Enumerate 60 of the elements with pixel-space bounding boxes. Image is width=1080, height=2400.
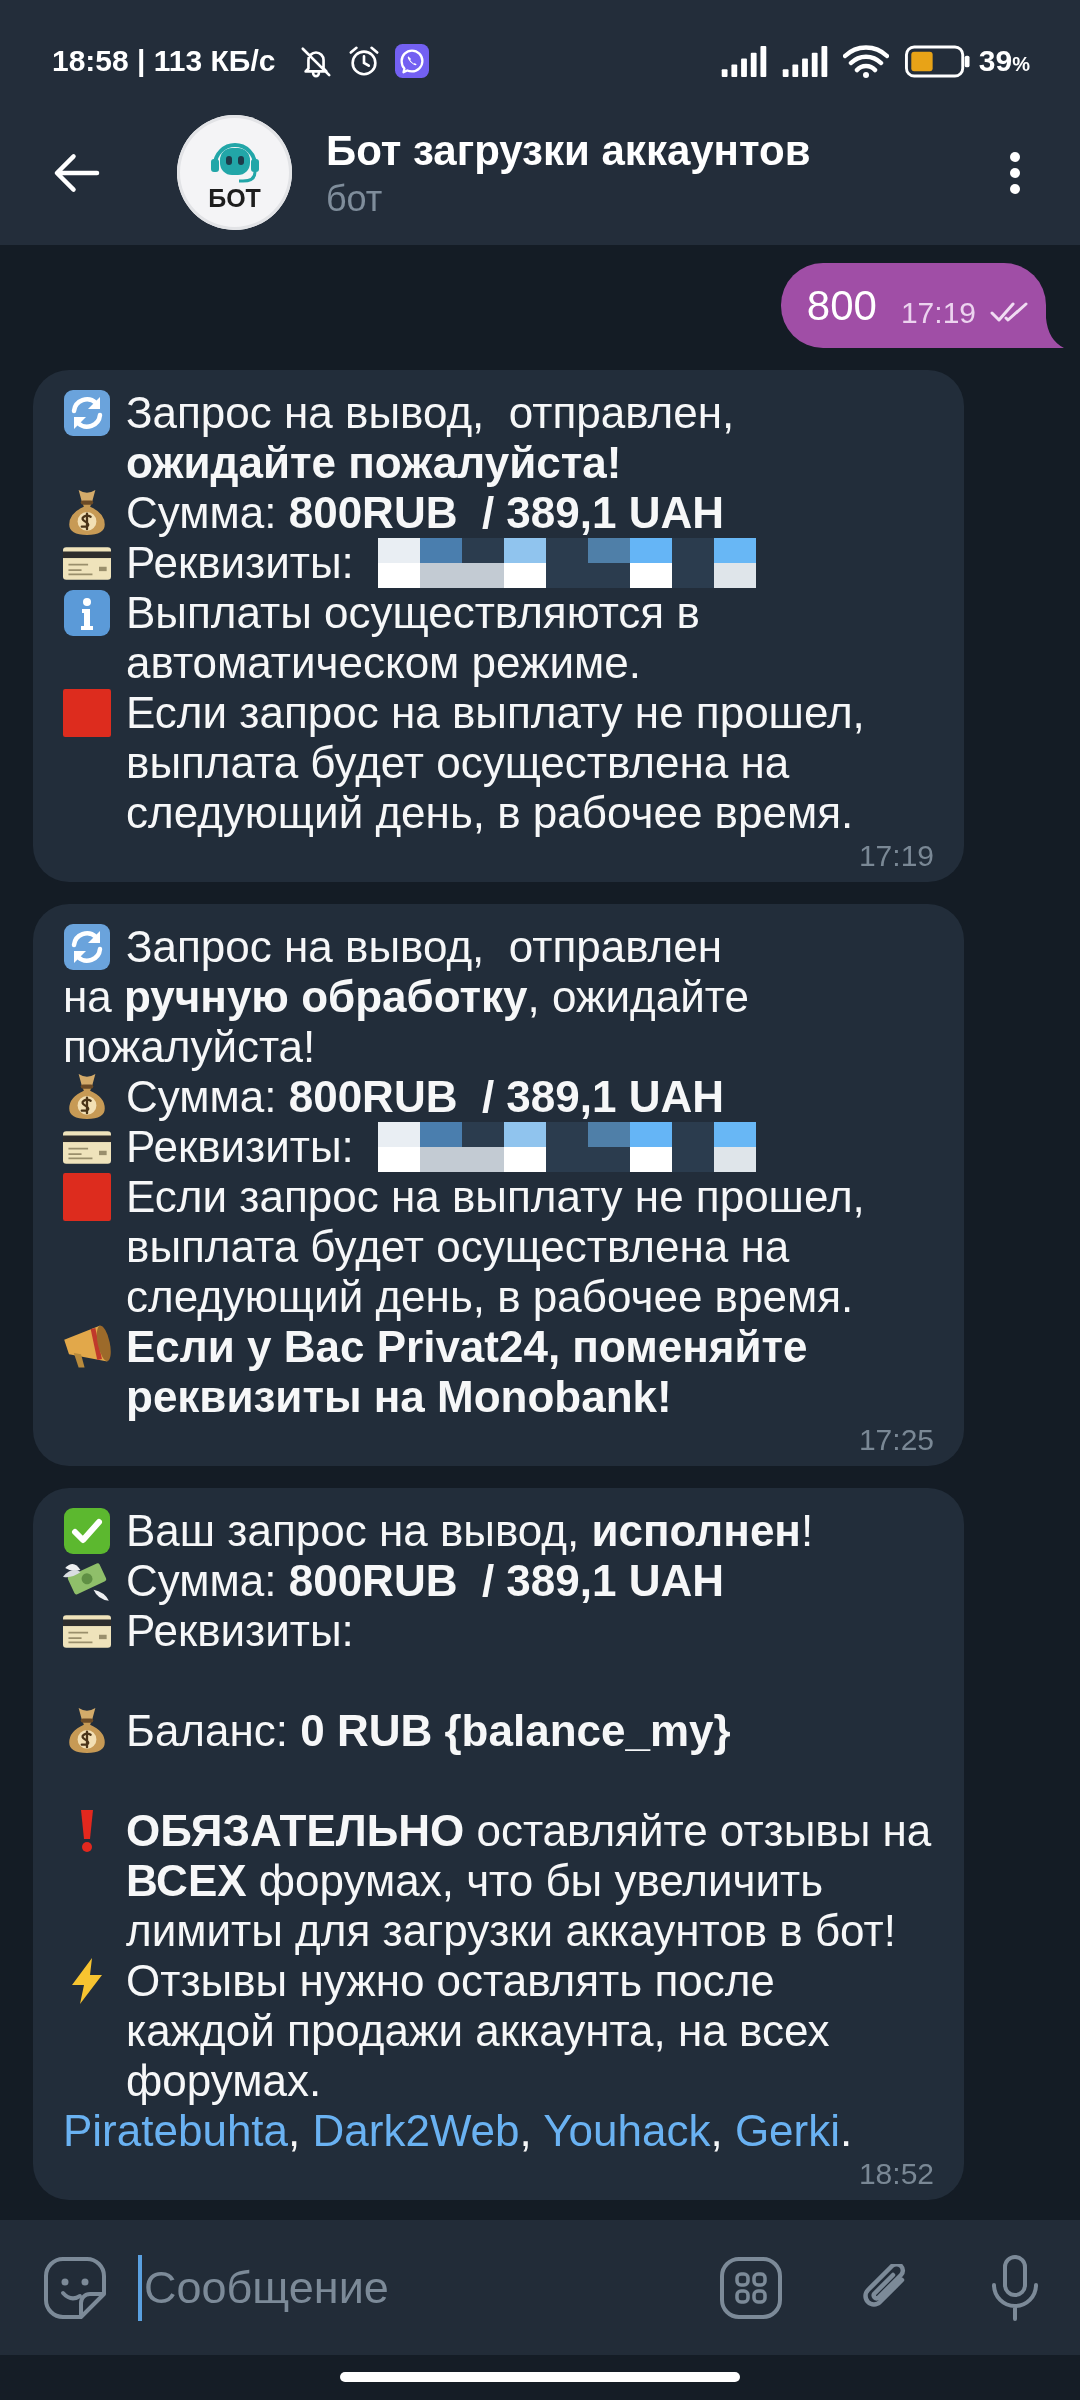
money-bag-icon: [68, 489, 106, 536]
message-text: Выплаты осуществляются в автоматическом режиме.: [126, 588, 701, 688]
composer-bar[interactable]: Сообщение: [0, 2220, 1080, 2355]
message-text: Отзывы нужно оставлять после каждой продажи аккаунта, на всех форумах.: [126, 1956, 831, 2106]
money-bag-icon: [68, 1707, 106, 1754]
message-text: на ручную обработку, ожидайте пожалуйста!: [63, 972, 750, 1072]
money-bag-icon: [68, 1073, 106, 1120]
message-text: Реквизиты:: [126, 538, 354, 588]
exclamation-icon: [81, 1810, 93, 1852]
square-icon: [63, 1173, 111, 1221]
message-text: ОБЯЗАТЕЛЬНО оставляйте отзывы на ВСЕХ форумах, что бы увеличить лимиты для загрузки аккаунтов в бот!: [126, 1806, 933, 1956]
message-text: 800: [806, 281, 877, 330]
message-text: Сумма: 800RUB / 389,1 UAH: [126, 1556, 724, 1606]
forum-link[interactable]: Gerki: [734, 2106, 840, 2155]
message-time: 17:19: [900, 295, 976, 330]
message-text: Сумма: 800RUB / 389,1 UAH: [126, 1072, 724, 1122]
phone-bubble-app-icon: [395, 44, 430, 78]
message-text: Если у Вас Privat24, поменяйте реквизиты на Monobank!: [126, 1322, 809, 1422]
more-menu-icon[interactable]: [1009, 150, 1021, 195]
chat-subtitle: бот: [326, 176, 384, 221]
bot-avatar[interactable]: БОТ: [177, 115, 292, 230]
wifi-icon: [842, 44, 889, 78]
message-time: 18:52: [858, 2156, 934, 2192]
status-time: 18:58 | 113 КБ/с: [52, 44, 276, 78]
microphone-icon[interactable]: [990, 2254, 1040, 2321]
credit-card-icon: [63, 1615, 111, 1648]
battery-icon: [903, 44, 971, 78]
forum-link[interactable]: Dark2Web: [312, 2106, 520, 2155]
refresh-icon: [63, 389, 111, 437]
message-text: Запрос на вывод, отправлен: [126, 922, 722, 972]
forum-link[interactable]: Piratebuhta: [63, 2106, 289, 2155]
square-icon: [63, 689, 111, 737]
forum-link[interactable]: Youhack: [543, 2106, 711, 2155]
lightning-icon: [72, 1958, 102, 2004]
credit-card-icon: [63, 1131, 111, 1164]
message-text: Реквизиты:: [126, 1606, 354, 1656]
message-text: Сумма: 800RUB / 389,1 UAH: [126, 488, 724, 538]
credit-card-icon: [63, 547, 111, 580]
message-text: Запрос на вывод, отправлен, ожидайте пожалуйста!: [126, 388, 736, 488]
message-text: Если запрос на выплату не прошел, выплата будет осуществлена на следующий день, в рабочее время.: [126, 688, 866, 838]
chat-title: Бот загрузки аккаунтов: [326, 125, 811, 176]
signal-icon: [720, 45, 767, 77]
message-input[interactable]: Сообщение: [138, 2254, 700, 2321]
battery-percent: 39%: [978, 44, 1030, 78]
refresh-icon: [63, 923, 111, 971]
grid-icon[interactable]: [720, 2256, 782, 2319]
message-time: 17:25: [858, 1422, 934, 1458]
alarm-clock-icon: [347, 44, 382, 78]
message-text: Piratebuhta, Dark2Web, Youhack, Gerki.: [63, 2106, 853, 2156]
info-icon: [63, 589, 111, 637]
message-text: Если запрос на выплату не прошел, выплата будет осуществлена на следующий день, в рабочее время.: [126, 1172, 866, 1322]
message-text: Реквизиты:: [126, 1122, 354, 1172]
check-mark-icon: [63, 1507, 111, 1555]
signal-icon: [781, 45, 828, 77]
message-time: 17:19: [858, 838, 934, 874]
avatar-label: БОТ: [208, 182, 261, 213]
message-text: Баланс: 0 RUB {balance_my}: [126, 1706, 731, 1756]
message-text: Ваш запрос на вывод, исполнен!: [126, 1506, 814, 1556]
sticker-icon[interactable]: [43, 2255, 107, 2320]
back-arrow-icon[interactable]: [53, 152, 100, 193]
